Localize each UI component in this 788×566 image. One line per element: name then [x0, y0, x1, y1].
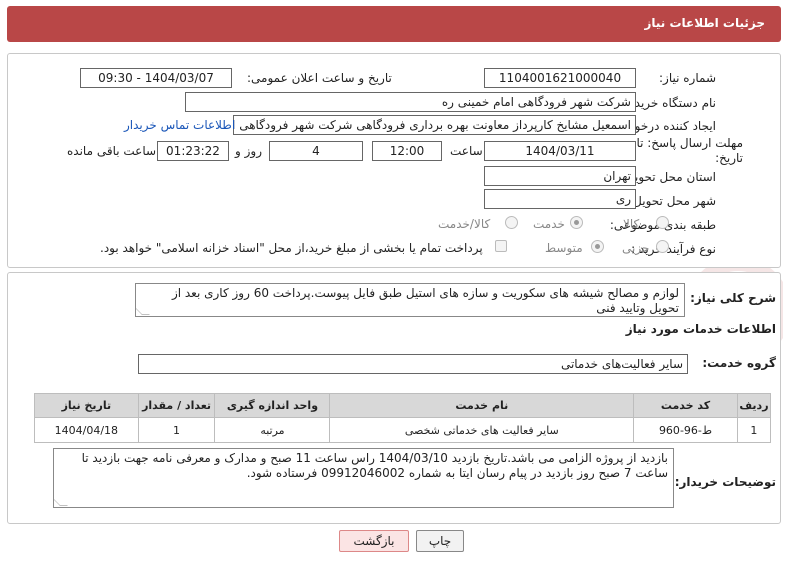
process-option-minor: جزیی — [622, 241, 650, 255]
buyer-notes-text: بازدید از پروژه الزامی می باشد.تاریخ باز… — [81, 451, 668, 480]
col-row: ردیف — [736, 393, 772, 418]
cell-quantity: 1 — [137, 417, 216, 443]
service-group-field[interactable]: سایر فعالیت‌های خدماتی — [138, 354, 688, 374]
deadline-date-field[interactable]: 1404/03/11 — [484, 141, 636, 161]
services-table: ردیف کد خدمت نام خدمت واحد اندازه گیری ت… — [34, 393, 772, 443]
days-remaining-field[interactable]: 4 — [269, 141, 363, 161]
city-field[interactable]: ری — [484, 189, 636, 209]
deadline-time-label: ساعت — [450, 144, 483, 158]
city-label: شهر محل تحویل: — [629, 194, 716, 208]
buyer-org-field[interactable]: شرکت شهر فرودگاهی امام خمینی ره — [185, 92, 636, 112]
deadline-label: مهلت ارسال پاسخ: تا تاریخ: — [636, 136, 743, 165]
announce-date-field[interactable]: 1404/03/07 - 09:30 — [80, 68, 232, 88]
back-button[interactable]: بازگشت — [339, 530, 409, 552]
services-table-header: ردیف کد خدمت نام خدمت واحد اندازه گیری ت… — [34, 393, 772, 418]
time-remaining-label: ساعت باقی مانده — [67, 144, 157, 158]
col-service-name: نام خدمت — [329, 393, 635, 418]
process-radio-minor[interactable] — [656, 240, 669, 253]
time-remaining-field[interactable]: 01:23:22 — [157, 141, 229, 161]
deadline-time-field[interactable]: 12:00 — [372, 141, 442, 161]
buyer-notes-label: توضیحات خریدار: — [674, 475, 776, 489]
page-header: جزئیات اطلاعات نیاز — [7, 6, 781, 42]
cell-service-name: سایر فعالیت های خدماتی شخصی — [329, 417, 635, 443]
buyer-contact-link[interactable]: اطلاعات تماس خریدار — [124, 118, 235, 132]
service-group-label: گروه خدمت: — [702, 356, 776, 370]
province-field[interactable]: تهران — [484, 166, 636, 186]
treasury-payment-note: پرداخت تمام یا بخشی از مبلغ خرید،از محل … — [100, 241, 483, 255]
col-unit: واحد اندازه گیری — [214, 393, 331, 418]
need-description-textarea[interactable]: لوازم و مصالح شیشه های سکوریت و سازه های… — [135, 283, 685, 317]
page-title: جزئیات اطلاعات نیاز — [644, 16, 765, 30]
cell-service-code: ط-96-960 — [633, 417, 738, 443]
col-quantity: تعداد / مقدار — [137, 393, 216, 418]
category-radio-goods-service[interactable] — [505, 216, 518, 229]
creator-field[interactable]: اسمعیل مشایخ کارپرداز معاونت بهره برداری… — [233, 115, 636, 135]
days-label: روز و — [235, 144, 262, 158]
table-row[interactable]: 1 ط-96-960 سایر فعالیت های خدماتی شخصی م… — [34, 417, 772, 443]
cell-need-date: 1404/04/18 — [34, 417, 139, 443]
cell-row: 1 — [736, 417, 772, 443]
need-description-label: شرح کلی نیاز: — [690, 291, 776, 305]
need-number-label: شماره نیاز: — [659, 71, 716, 85]
resize-handle-icon[interactable] — [136, 307, 150, 315]
need-description-text: لوازم و مصالح شیشه های سکوریت و سازه های… — [171, 286, 679, 315]
col-need-date: تاریخ نیاز — [34, 393, 139, 418]
need-number-field[interactable]: 1104001621000040 — [484, 68, 636, 88]
category-radio-goods[interactable] — [656, 216, 669, 229]
col-service-code: کد خدمت — [633, 393, 738, 418]
category-option-goods: کالا — [623, 217, 640, 231]
category-radio-service[interactable] — [570, 216, 583, 229]
print-button[interactable]: چاپ — [416, 530, 464, 552]
announce-date-label: تاریخ و ساعت اعلان عمومی: — [247, 71, 392, 85]
resize-handle-icon[interactable] — [54, 498, 68, 506]
treasury-payment-checkbox[interactable] — [495, 240, 507, 252]
category-option-goods-service: کالا/خدمت — [438, 217, 491, 231]
buyer-notes-textarea[interactable]: بازدید از پروژه الزامی می باشد.تاریخ باز… — [53, 448, 674, 508]
services-heading: اطلاعات خدمات مورد نیاز — [625, 322, 776, 336]
process-radio-medium[interactable] — [591, 240, 604, 253]
process-option-medium: متوسط — [545, 241, 583, 255]
cell-unit: مرتبه — [214, 417, 331, 443]
category-option-service: خدمت — [533, 217, 565, 231]
